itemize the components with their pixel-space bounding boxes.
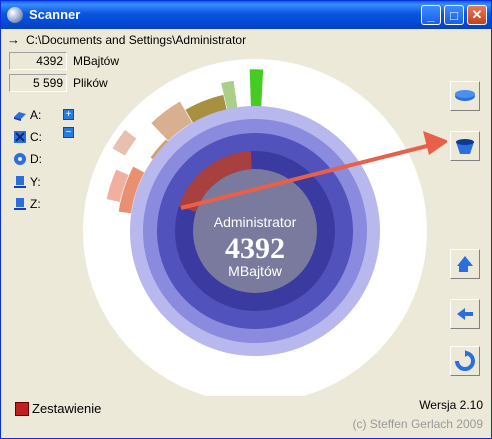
- network-drive-icon: [14, 198, 26, 210]
- pie-chart-icon: [456, 139, 474, 154]
- drive-c[interactable]: C:: [13, 130, 42, 144]
- version-label: Wersja 2.10: [419, 398, 483, 412]
- center-name: Administrator: [214, 214, 297, 230]
- drive-label: C:: [30, 130, 42, 144]
- path-row: → C:\Documents and Settings\Administrato…: [7, 32, 246, 47]
- up-arrow-icon: [457, 256, 473, 272]
- disk-usage-sunburst[interactable]: Administrator 4392 MBajtów: [77, 51, 447, 396]
- summary-button[interactable]: Zestawienie: [15, 401, 101, 416]
- drive-label: Z:: [30, 197, 41, 211]
- center-unit: MBajtów: [228, 263, 283, 279]
- drive-label: Y:: [30, 175, 41, 189]
- drive-label: D:: [30, 152, 42, 166]
- pie-button[interactable]: [450, 131, 480, 161]
- back-button[interactable]: [450, 299, 480, 329]
- drive-z[interactable]: Z:: [13, 197, 41, 211]
- arrow-icon: →: [7, 32, 20, 47]
- expand-button[interactable]: +: [63, 109, 74, 120]
- back-arrow-icon: [457, 308, 473, 320]
- center-value: 4392: [225, 232, 285, 265]
- files-value: 5 599: [9, 74, 67, 92]
- up-button[interactable]: [450, 249, 480, 279]
- collapse-button[interactable]: −: [63, 127, 74, 138]
- app-icon: [7, 7, 23, 23]
- scanner-window: Scanner _ □ ✕ → C:\Documents and Setting…: [0, 0, 492, 439]
- disk-button[interactable]: [450, 81, 480, 111]
- floppy-icon: [14, 112, 26, 121]
- window-title: Scanner: [29, 7, 81, 22]
- minimize-button[interactable]: _: [421, 5, 441, 25]
- drive-d[interactable]: D:: [13, 152, 42, 166]
- network-drive-icon: [14, 176, 26, 188]
- maximize-button[interactable]: □: [444, 5, 464, 25]
- disk-icon: [455, 90, 475, 101]
- summary-icon: [15, 401, 29, 416]
- close-button[interactable]: ✕: [467, 5, 487, 25]
- drive-y[interactable]: Y:: [13, 175, 41, 189]
- hard-drive-icon: [14, 131, 26, 143]
- cd-icon: [14, 153, 26, 165]
- title-bar[interactable]: Scanner _ □ ✕: [1, 1, 491, 29]
- copyright-label: (c) Steffen Gerlach 2009: [352, 417, 483, 431]
- refresh-icon: [455, 350, 475, 371]
- size-value: 4392: [9, 52, 67, 70]
- current-path: C:\Documents and Settings\Administrator: [26, 32, 247, 47]
- drive-label: A:: [30, 108, 42, 122]
- drive-a[interactable]: A:: [13, 108, 41, 122]
- summary-label: Zestawienie: [32, 401, 102, 416]
- refresh-button[interactable]: [450, 346, 480, 376]
